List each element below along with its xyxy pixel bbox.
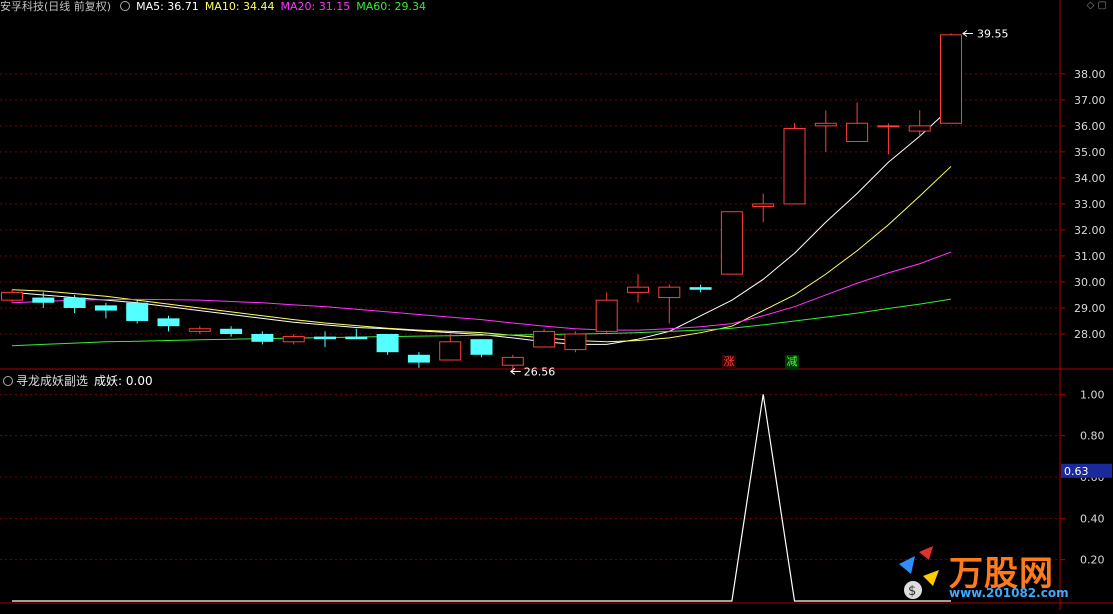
candle-body xyxy=(940,34,962,124)
candle-body xyxy=(908,125,931,132)
candle-body xyxy=(814,122,837,127)
indicator-title: 寻龙成妖副选 xyxy=(16,374,89,388)
brand-logo: $ 万股网 www.201082.com xyxy=(889,546,1099,604)
window-controls[interactable]: ◇ ▢ xyxy=(1087,0,1107,11)
indicator-header: 寻龙成妖副选 成妖: 0.00 xyxy=(0,372,153,388)
logo-icon: $ xyxy=(899,546,939,599)
y-tick-label: 30.00 xyxy=(1074,276,1106,289)
candle-body xyxy=(407,354,430,363)
ma-line-ma10 xyxy=(11,166,952,343)
candle-body xyxy=(282,336,305,343)
candle-body xyxy=(345,336,368,340)
candle-body xyxy=(533,330,556,348)
stock-title: 安孚科技(日线 前复权) xyxy=(0,0,112,13)
candle-body xyxy=(564,333,587,351)
y-tick-label: 31.00 xyxy=(1074,250,1106,263)
y-tick-label: 32.00 xyxy=(1074,224,1106,237)
y-tick-label: 28.00 xyxy=(1074,328,1106,341)
y-tick-label: 38.00 xyxy=(1074,68,1106,81)
low-label: 26.56 xyxy=(524,365,556,378)
candle-body xyxy=(501,356,524,366)
ma10-label: MA10: 34.44 xyxy=(204,0,275,13)
ma5-label: MA5: 36.71 xyxy=(136,0,199,13)
y-tick-label: 0.40 xyxy=(1080,512,1105,525)
ma-line-ma20 xyxy=(11,251,952,331)
y-tick-label: 1.00 xyxy=(1080,388,1105,401)
y-tick-label: 35.00 xyxy=(1074,146,1106,159)
logo-url: www.201082.com xyxy=(949,586,1069,600)
candle-body xyxy=(314,336,336,340)
tag-zhang: 涨 xyxy=(722,355,736,369)
candle-body xyxy=(689,287,712,290)
candle-body xyxy=(376,333,399,353)
y-tick-label: 36.00 xyxy=(1074,120,1106,133)
y-tick-label: 29.00 xyxy=(1074,302,1106,315)
y-tick-label: 33.00 xyxy=(1074,198,1106,211)
candle-body xyxy=(188,328,211,332)
diamond-icon[interactable]: ◇ xyxy=(1087,0,1095,11)
close-icon[interactable]: ▢ xyxy=(1098,0,1107,11)
y-tick-label: 34.00 xyxy=(1074,172,1106,185)
ma60-label: MA60: 29.34 xyxy=(356,0,426,13)
candle-body xyxy=(157,318,180,327)
candle-body xyxy=(752,203,775,208)
candle-body xyxy=(220,328,243,334)
chart-svg[interactable]: 28.00 29.00 30.00 31.00 32.00 33.00 34.00 35.00… xyxy=(0,0,1113,610)
candle-body xyxy=(658,286,681,299)
candle-body xyxy=(94,305,117,311)
candle-body xyxy=(595,299,618,332)
candle-body xyxy=(877,125,900,128)
gear-icon[interactable] xyxy=(120,1,131,11)
candle-body xyxy=(126,302,149,321)
gear-icon[interactable] xyxy=(3,376,13,386)
candle-body xyxy=(783,127,806,205)
candle-body xyxy=(32,297,55,303)
kline-chart-stage[interactable]: 28.00 29.00 30.00 31.00 32.00 33.00 34.00 35.00… xyxy=(0,0,1113,610)
ma20-label: MA20: 31.15 xyxy=(280,0,351,13)
candle-body xyxy=(846,122,869,142)
candle-body xyxy=(251,333,274,342)
y-tick-label: 0.80 xyxy=(1080,430,1105,443)
indicator-value: 成妖: 0.00 xyxy=(94,374,153,388)
high-label: 39.55 xyxy=(977,28,1009,41)
svg-text:$: $ xyxy=(908,584,916,599)
candle-body xyxy=(627,286,649,293)
ma-line-ma60 xyxy=(11,298,952,347)
candle-body xyxy=(63,297,86,308)
indicator-line xyxy=(12,394,951,602)
candle-body xyxy=(470,339,493,355)
y-tick-label: 37.00 xyxy=(1074,94,1106,107)
ma-line-ma5 xyxy=(11,107,952,345)
candle-body xyxy=(439,341,462,361)
current-value-badge-text: 0.63 xyxy=(1064,465,1089,478)
candle-body xyxy=(720,211,743,275)
main-chart-header: 安孚科技(日线 前复权) MA5: 36.71 MA10: 34.44 MA20: 3… xyxy=(0,0,432,14)
candle-body xyxy=(1,291,23,301)
tag-jian: 减 xyxy=(785,355,799,369)
